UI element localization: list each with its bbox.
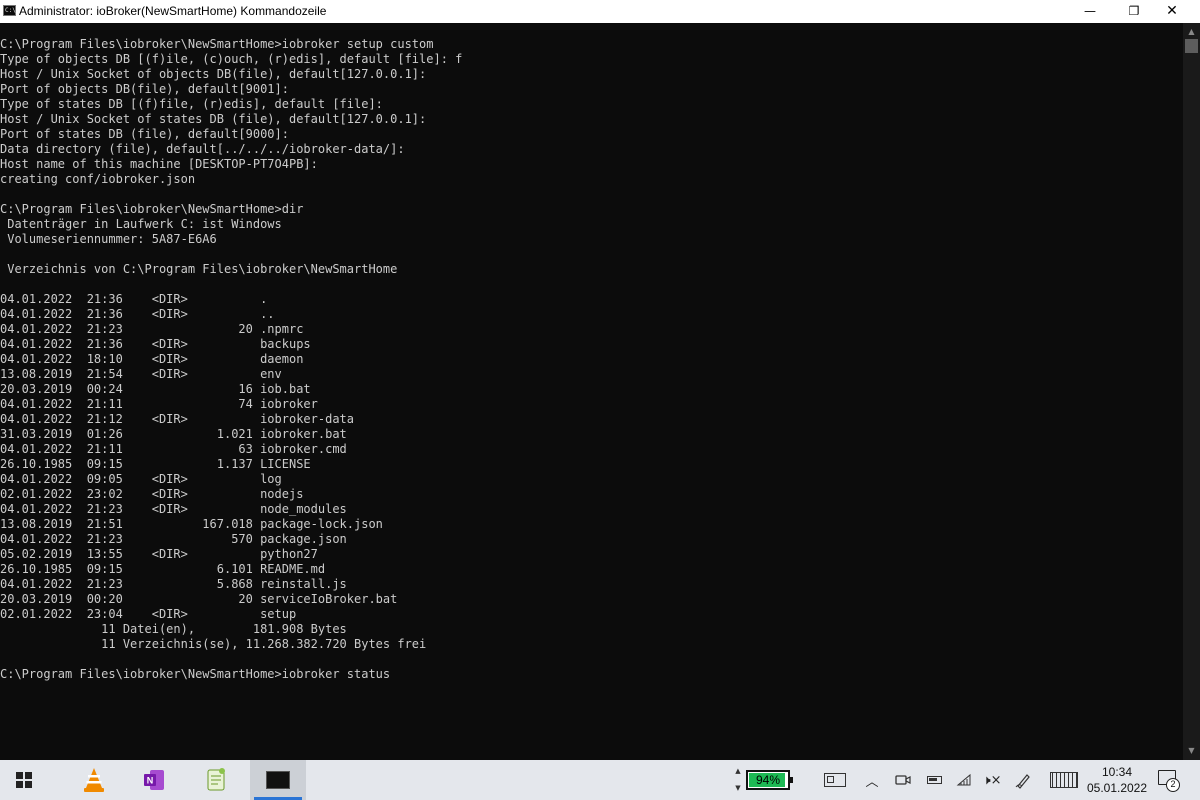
minimize-button[interactable]: —: [1070, 0, 1110, 23]
console-line: 04.01.2022 09:05 <DIR> log: [0, 472, 282, 486]
console-line: 02.01.2022 23:02 <DIR> nodejs: [0, 487, 304, 501]
console-line: 31.03.2019 01:26 1.021 iobroker.bat: [0, 427, 347, 441]
console-line: 04.01.2022 21:23 <DIR> node_modules: [0, 502, 347, 516]
onenote-icon: N: [144, 770, 164, 790]
notepad-plus-plus-icon: [207, 768, 225, 791]
console-line: 04.01.2022 21:23 20 .npmrc: [0, 322, 304, 336]
taskbar-app-vlc[interactable]: [70, 760, 118, 800]
console-line: Verzeichnis von C:\Program Files\iobroke…: [0, 262, 398, 276]
console-line: Type of objects DB [(f)ile, (c)ouch, (r)…: [0, 52, 463, 66]
battery-percent: 94%: [755, 773, 781, 787]
close-button[interactable]: ✕: [1152, 0, 1192, 23]
news-icon: [824, 773, 846, 787]
console-text: C:\Program Files\iobroker\NewSmartHome>i…: [0, 23, 1183, 682]
taskbar-app-notepad-plus-plus[interactable]: [192, 760, 240, 800]
keyboard-icon: [1050, 772, 1078, 788]
start-button[interactable]: [0, 760, 48, 800]
console-line: 11 Datei(en), 181.908 Bytes: [0, 622, 347, 636]
console-line: Host name of this machine [DESKTOP-PT7O4…: [0, 157, 318, 171]
cmd-icon[interactable]: C:\: [3, 5, 16, 16]
console-line: 13.08.2019 21:54 <DIR> env: [0, 367, 282, 381]
scrollbar-thumb[interactable]: [1185, 39, 1198, 53]
taskbar-app-onenote[interactable]: N: [130, 760, 178, 800]
console-line: 04.01.2022 21:36 <DIR> .: [0, 292, 268, 306]
touch-keyboard-button[interactable]: [1049, 770, 1079, 790]
svg-text:N: N: [147, 776, 154, 786]
console-line: 26.10.1985 09:15 1.137 LICENSE: [0, 457, 311, 471]
battery-icon: [926, 776, 942, 784]
console-output[interactable]: C:\Program Files\iobroker\NewSmartHome>i…: [0, 23, 1183, 760]
taskbar-app-command-prompt[interactable]: [250, 760, 306, 800]
console-line: creating conf/iobroker.json: [0, 172, 196, 186]
console-line: 05.02.2019 13:55 <DIR> python27: [0, 547, 318, 561]
clock-date: 05.01.2022: [1086, 781, 1148, 795]
news-widget-button[interactable]: [822, 770, 848, 790]
console-line: 20.03.2019 00:20 20 serviceIoBroker.bat: [0, 592, 398, 606]
console-line: 11 Verzeichnis(se), 11.268.382.720 Bytes…: [0, 637, 427, 651]
console-line: 04.01.2022 21:36 <DIR> backups: [0, 337, 311, 351]
battery-status-button[interactable]: [924, 770, 944, 790]
chevron-up-icon: ︿: [865, 774, 879, 790]
console-line: 04.01.2022 21:11 74 iobroker: [0, 397, 318, 411]
console-line: C:\Program Files\iobroker\NewSmartHome>d…: [0, 202, 304, 216]
pen-workspace-button[interactable]: [1014, 770, 1034, 790]
chevron-up-icon[interactable]: ▲: [731, 763, 745, 780]
console-line: 20.03.2019 00:24 16 iob.bat: [0, 382, 311, 396]
scroll-down-icon[interactable]: ▼: [1183, 744, 1200, 758]
console-line: 02.01.2022 23:04 <DIR> setup: [0, 607, 297, 621]
console-line: Host / Unix Socket of objects DB(file), …: [0, 67, 427, 81]
console-line: 04.01.2022 21:23 5.868 reinstall.js: [0, 577, 347, 591]
battery-nub: [790, 777, 793, 783]
meet-now-button[interactable]: [894, 770, 912, 790]
console-line: 04.01.2022 18:10 <DIR> daemon: [0, 352, 304, 366]
console-line: Port of objects DB(file), default[9001]:: [0, 82, 289, 96]
window-titlebar[interactable]: C:\ Administrator: ioBroker(NewSmartHome…: [0, 0, 1200, 23]
console-line: 04.01.2022 21:36 <DIR> ..: [0, 307, 275, 321]
console-line: Volumeseriennummer: 5A87-E6A6: [0, 232, 217, 246]
console-line: 04.01.2022 21:23 570 package.json: [0, 532, 347, 546]
console-line: 13.08.2019 21:51 167.018 package-lock.js…: [0, 517, 383, 531]
speaker-muted-icon: 🕨×: [982, 772, 1002, 788]
network-button[interactable]: [954, 770, 974, 790]
battery-widget[interactable]: 94%: [746, 770, 793, 790]
console-line: Type of states DB [(f)file, (r)edis], de…: [0, 97, 383, 111]
pen-icon: [1015, 774, 1030, 789]
console-line: 26.10.1985 09:15 6.101 README.md: [0, 562, 326, 576]
notification-count: 2: [1166, 778, 1180, 792]
command-prompt-icon: [266, 771, 290, 789]
console-line: Datenträger in Laufwerk C: ist Windows: [0, 217, 282, 231]
console-line: Host / Unix Socket of states DB (file), …: [0, 112, 427, 126]
window-title: Administrator: ioBroker(NewSmartHome) Ko…: [19, 4, 327, 18]
console-line: 04.01.2022 21:11 63 iobroker.cmd: [0, 442, 347, 456]
scroll-up-icon[interactable]: ▲: [1183, 25, 1200, 39]
windows-start-icon: [16, 772, 32, 788]
vlc-icon: [84, 768, 104, 792]
chevron-down-icon[interactable]: ▼: [731, 780, 745, 797]
console-line: Data directory (file), default[../../../…: [0, 142, 405, 156]
notification-center-button[interactable]: 2: [1158, 770, 1180, 792]
show-hidden-icons-button[interactable]: ︿: [864, 770, 880, 790]
console-line: 04.01.2022 21:12 <DIR> iobroker-data: [0, 412, 355, 426]
clock-time: 10:34: [1101, 765, 1133, 779]
taskbar-overflow-arrows[interactable]: ▲ ▼: [731, 763, 745, 797]
restore-button[interactable]: ❐: [1114, 0, 1154, 23]
console-line: C:\Program Files\iobroker\NewSmartHome>i…: [0, 667, 391, 681]
taskbar-clock[interactable]: 10:34 05.01.2022: [1082, 764, 1152, 798]
console-line: C:\Program Files\iobroker\NewSmartHome>i…: [0, 37, 434, 51]
volume-button[interactable]: 🕨×: [982, 770, 1002, 790]
console-line: Port of states DB (file), default[9000]:: [0, 127, 289, 141]
vertical-scrollbar[interactable]: ▲ ▼: [1183, 23, 1200, 760]
wifi-icon: [956, 773, 971, 786]
camera-icon: [895, 775, 911, 785]
